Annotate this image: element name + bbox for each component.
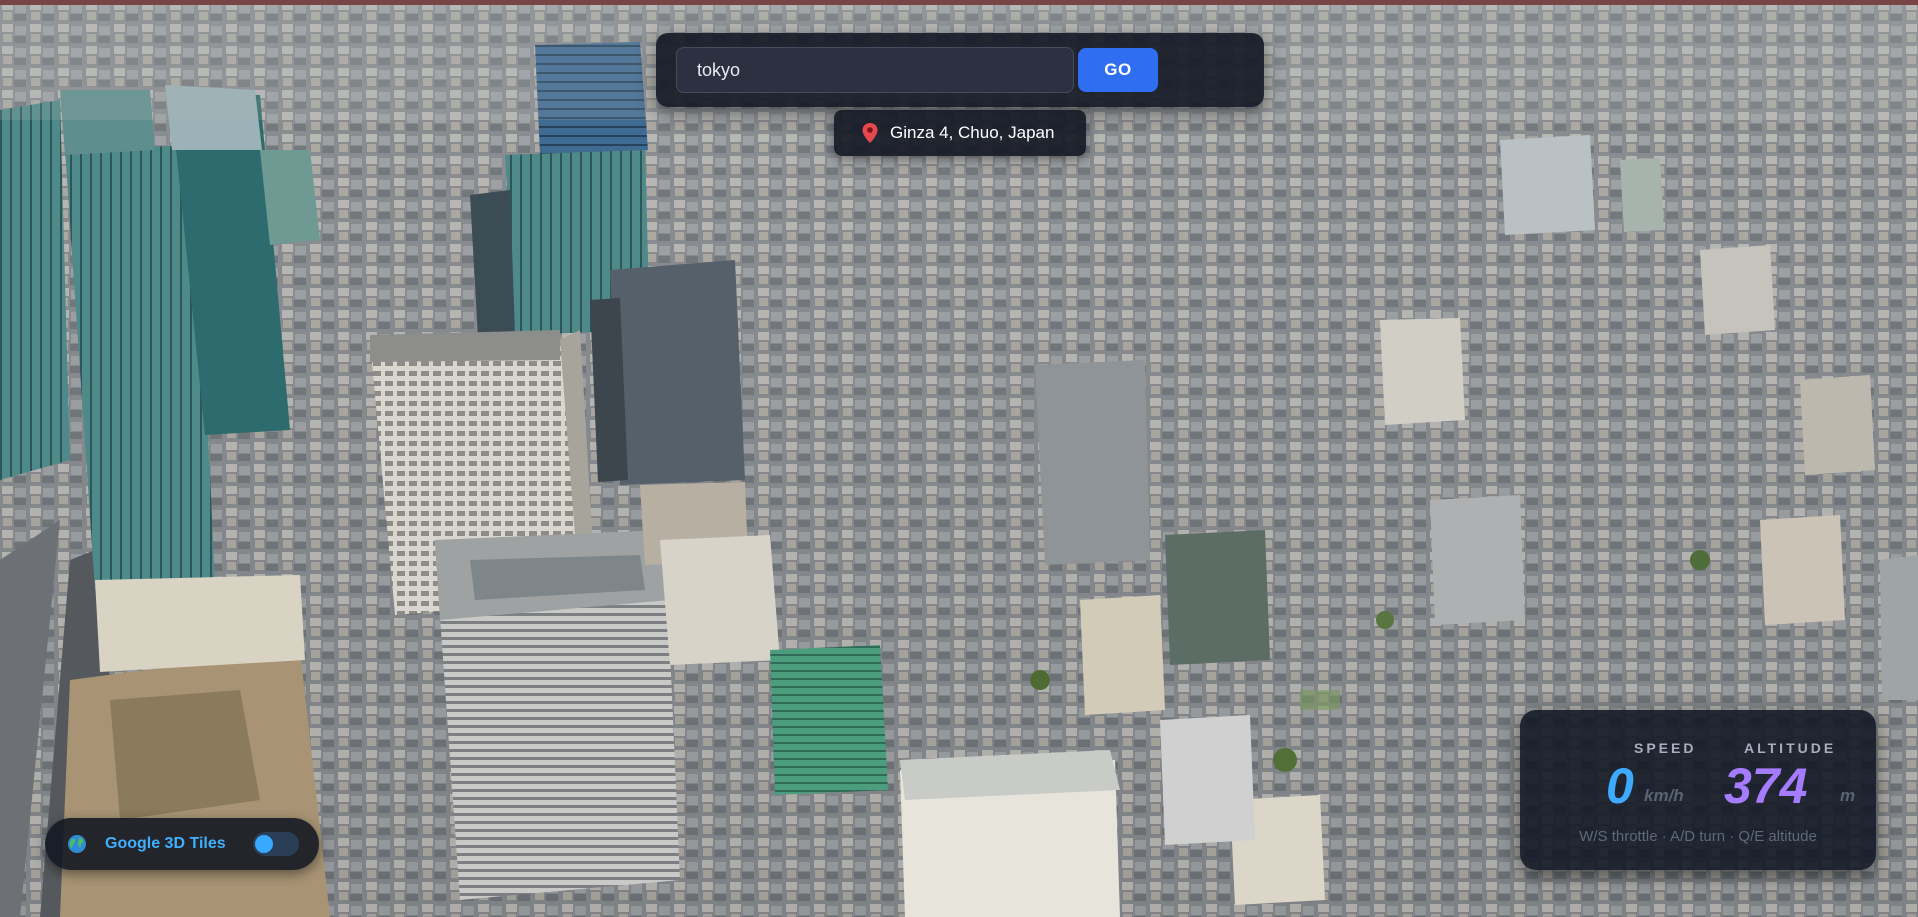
tiles-toggle-panel: Google 3D Tiles bbox=[45, 818, 319, 870]
location-badge: Ginza 4, Chuo, Japan bbox=[834, 110, 1086, 156]
tiles-toggle-switch[interactable] bbox=[253, 832, 299, 856]
toggle-knob bbox=[255, 835, 273, 853]
flight-hud: SPEED ALTITUDE 0 km/h 374 m W/S throttle… bbox=[1520, 710, 1876, 870]
speed-unit: km/h bbox=[1644, 786, 1684, 805]
tiles-label: Google 3D Tiles bbox=[105, 835, 226, 852]
search-panel: GO bbox=[656, 33, 1264, 107]
controls-help: W/S throttle · A/D turn · Q/E altitude bbox=[1579, 828, 1817, 845]
map-pin-icon bbox=[862, 123, 878, 143]
location-text: Ginza 4, Chuo, Japan bbox=[890, 123, 1055, 142]
globe-icon bbox=[68, 835, 86, 853]
altitude-value: 374 bbox=[1724, 758, 1808, 814]
go-button[interactable]: GO bbox=[1078, 48, 1158, 92]
speed-label: SPEED bbox=[1634, 740, 1697, 756]
speed-value: 0 bbox=[1606, 758, 1634, 814]
altitude-label: ALTITUDE bbox=[1744, 740, 1837, 756]
altitude-unit: m bbox=[1840, 786, 1856, 805]
search-input[interactable] bbox=[676, 47, 1074, 93]
map-viewport[interactable]: GO Ginza 4, Chuo, Japan Google 3D Tiles … bbox=[0, 0, 1918, 917]
